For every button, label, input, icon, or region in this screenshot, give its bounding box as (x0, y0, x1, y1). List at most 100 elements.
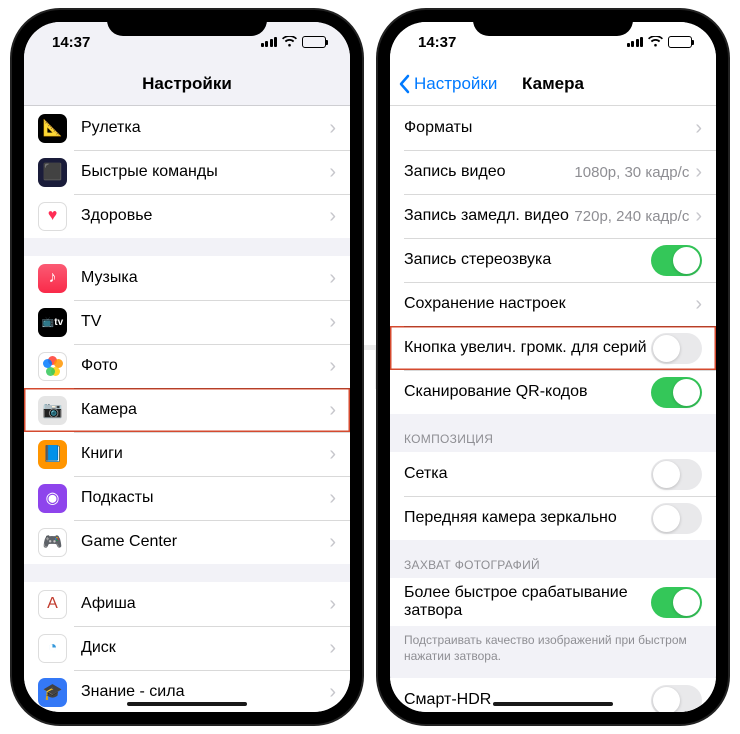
row-label: Рулетка (81, 119, 329, 137)
battery-icon (302, 36, 326, 48)
setting-row[interactable]: Сетка (390, 452, 716, 496)
row-label: Фото (81, 357, 329, 375)
chevron-right-icon: › (329, 162, 336, 182)
health-icon: ♥ (38, 202, 67, 231)
chevron-right-icon: › (329, 356, 336, 376)
row-label: Кнопка увелич. громк. для серий (404, 339, 651, 357)
row-label: Сохранение настроек (404, 295, 695, 313)
disk-icon: ◔ (38, 634, 67, 663)
nav-bar: Настройки (24, 62, 350, 106)
setting-row[interactable]: Передняя камера зеркально (390, 496, 716, 540)
screen-left: 14:37 Настройки 📐Рулетка›⬛Быстрые команд… (24, 22, 350, 712)
settings-row-music[interactable]: ♪Музыка› (24, 256, 350, 300)
setting-row[interactable]: Запись стереозвука (390, 238, 716, 282)
row-label: Запись видео (404, 163, 574, 181)
section-footer: Подстраивать качество изображений при бы… (390, 626, 716, 668)
toggle-switch[interactable] (651, 245, 702, 276)
row-label: Смарт-HDR (404, 691, 651, 709)
row-label: Сетка (404, 465, 651, 483)
camera-settings-list[interactable]: Форматы›Запись видео1080p, 30 кадр/с›Зап… (390, 106, 716, 712)
settings-list[interactable]: 📐Рулетка›⬛Быстрые команды›♥Здоровье›♪Муз… (24, 106, 350, 712)
znanie-icon: 🎓 (38, 678, 67, 707)
settings-row-gamecenter[interactable]: 🎮Game Center› (24, 520, 350, 564)
phone-left: 14:37 Настройки 📐Рулетка›⬛Быстрые команд… (12, 10, 362, 724)
wifi-icon (282, 34, 297, 50)
row-label: Game Center (81, 533, 329, 551)
chevron-right-icon: › (329, 682, 336, 702)
page-title: Настройки (142, 74, 232, 94)
row-label: Знание - сила (81, 683, 329, 701)
page-title: Камера (522, 74, 584, 94)
photos-icon (38, 352, 67, 381)
settings-row-photos[interactable]: Фото› (24, 344, 350, 388)
section-header: КОМПОЗИЦИЯ (390, 414, 716, 452)
settings-row-camera[interactable]: 📷 Камера› (24, 388, 350, 432)
settings-row-shortcuts[interactable]: ⬛Быстрые команды› (24, 150, 350, 194)
notch (107, 10, 267, 36)
toggle-switch[interactable] (651, 333, 702, 364)
row-label: Диск (81, 639, 329, 657)
status-icons (627, 34, 693, 50)
row-label: Передняя камера зеркально (404, 509, 651, 527)
row-label: Сканирование QR-кодов (404, 383, 651, 401)
shortcuts-icon: ⬛ (38, 158, 67, 187)
settings-row-podcasts[interactable]: ◉ Подкасты› (24, 476, 350, 520)
afisha-icon: A (38, 590, 67, 619)
chevron-right-icon: › (329, 400, 336, 420)
toggle-switch[interactable] (651, 685, 702, 712)
ruletka-icon: 📐 (38, 114, 67, 143)
chevron-right-icon: › (695, 294, 702, 314)
phone-right: 14:37 Настройки Камера Форматы›Запись ви… (378, 10, 728, 724)
toggle-switch[interactable] (651, 377, 702, 408)
signal-icon (261, 37, 278, 47)
row-label: Музыка (81, 269, 329, 287)
settings-row-tv[interactable]: 📺tvTV› (24, 300, 350, 344)
chevron-right-icon: › (695, 162, 702, 182)
chevron-right-icon: › (329, 312, 336, 332)
row-label: Камера (81, 401, 329, 419)
setting-row[interactable]: Запись замедл. видео720p, 240 кадр/с› (390, 194, 716, 238)
settings-row-disk[interactable]: ◔ Диск› (24, 626, 350, 670)
setting-row[interactable]: Сканирование QR-кодов (390, 370, 716, 414)
back-button[interactable]: Настройки (398, 62, 497, 105)
chevron-right-icon: › (329, 206, 336, 226)
chevron-right-icon: › (329, 118, 336, 138)
toggle-switch[interactable] (651, 587, 702, 618)
setting-row[interactable]: Кнопка увелич. громк. для серий (390, 326, 716, 370)
podcasts-icon: ◉ (38, 484, 67, 513)
chevron-right-icon: › (695, 206, 702, 226)
row-detail: 1080p, 30 кадр/с (574, 164, 689, 181)
row-label: Здоровье (81, 207, 329, 225)
setting-row[interactable]: Более быстрое срабатывание затвора (390, 578, 716, 626)
status-time: 14:37 (52, 34, 90, 51)
row-label: Форматы (404, 119, 695, 137)
settings-row-ruletka[interactable]: 📐 Рулетка› (24, 106, 350, 150)
chevron-left-icon (398, 74, 410, 94)
row-label: Подкасты (81, 489, 329, 507)
camera-icon: 📷 (38, 396, 67, 425)
chevron-right-icon: › (329, 488, 336, 508)
notch (473, 10, 633, 36)
toggle-switch[interactable] (651, 459, 702, 490)
wifi-icon (648, 34, 663, 50)
signal-icon (627, 37, 644, 47)
toggle-switch[interactable] (651, 503, 702, 534)
setting-row[interactable]: Запись видео1080p, 30 кадр/с › (390, 150, 716, 194)
status-time: 14:37 (418, 34, 456, 51)
settings-row-health[interactable]: ♥ Здоровье› (24, 194, 350, 238)
back-label: Настройки (414, 74, 497, 94)
setting-row[interactable]: Форматы› (390, 106, 716, 150)
setting-row[interactable]: Смарт-HDR (390, 678, 716, 712)
setting-row[interactable]: Сохранение настроек› (390, 282, 716, 326)
home-indicator[interactable] (493, 702, 613, 706)
settings-row-books[interactable]: 📘Книги› (24, 432, 350, 476)
chevron-right-icon: › (329, 268, 336, 288)
section-header: ЗАХВАТ ФОТОГРАФИЙ (390, 540, 716, 578)
chevron-right-icon: › (695, 118, 702, 138)
row-label: TV (81, 313, 329, 331)
home-indicator[interactable] (127, 702, 247, 706)
settings-row-afisha[interactable]: AАфиша› (24, 582, 350, 626)
chevron-right-icon: › (329, 532, 336, 552)
chevron-right-icon: › (329, 638, 336, 658)
row-label: Афиша (81, 595, 329, 613)
